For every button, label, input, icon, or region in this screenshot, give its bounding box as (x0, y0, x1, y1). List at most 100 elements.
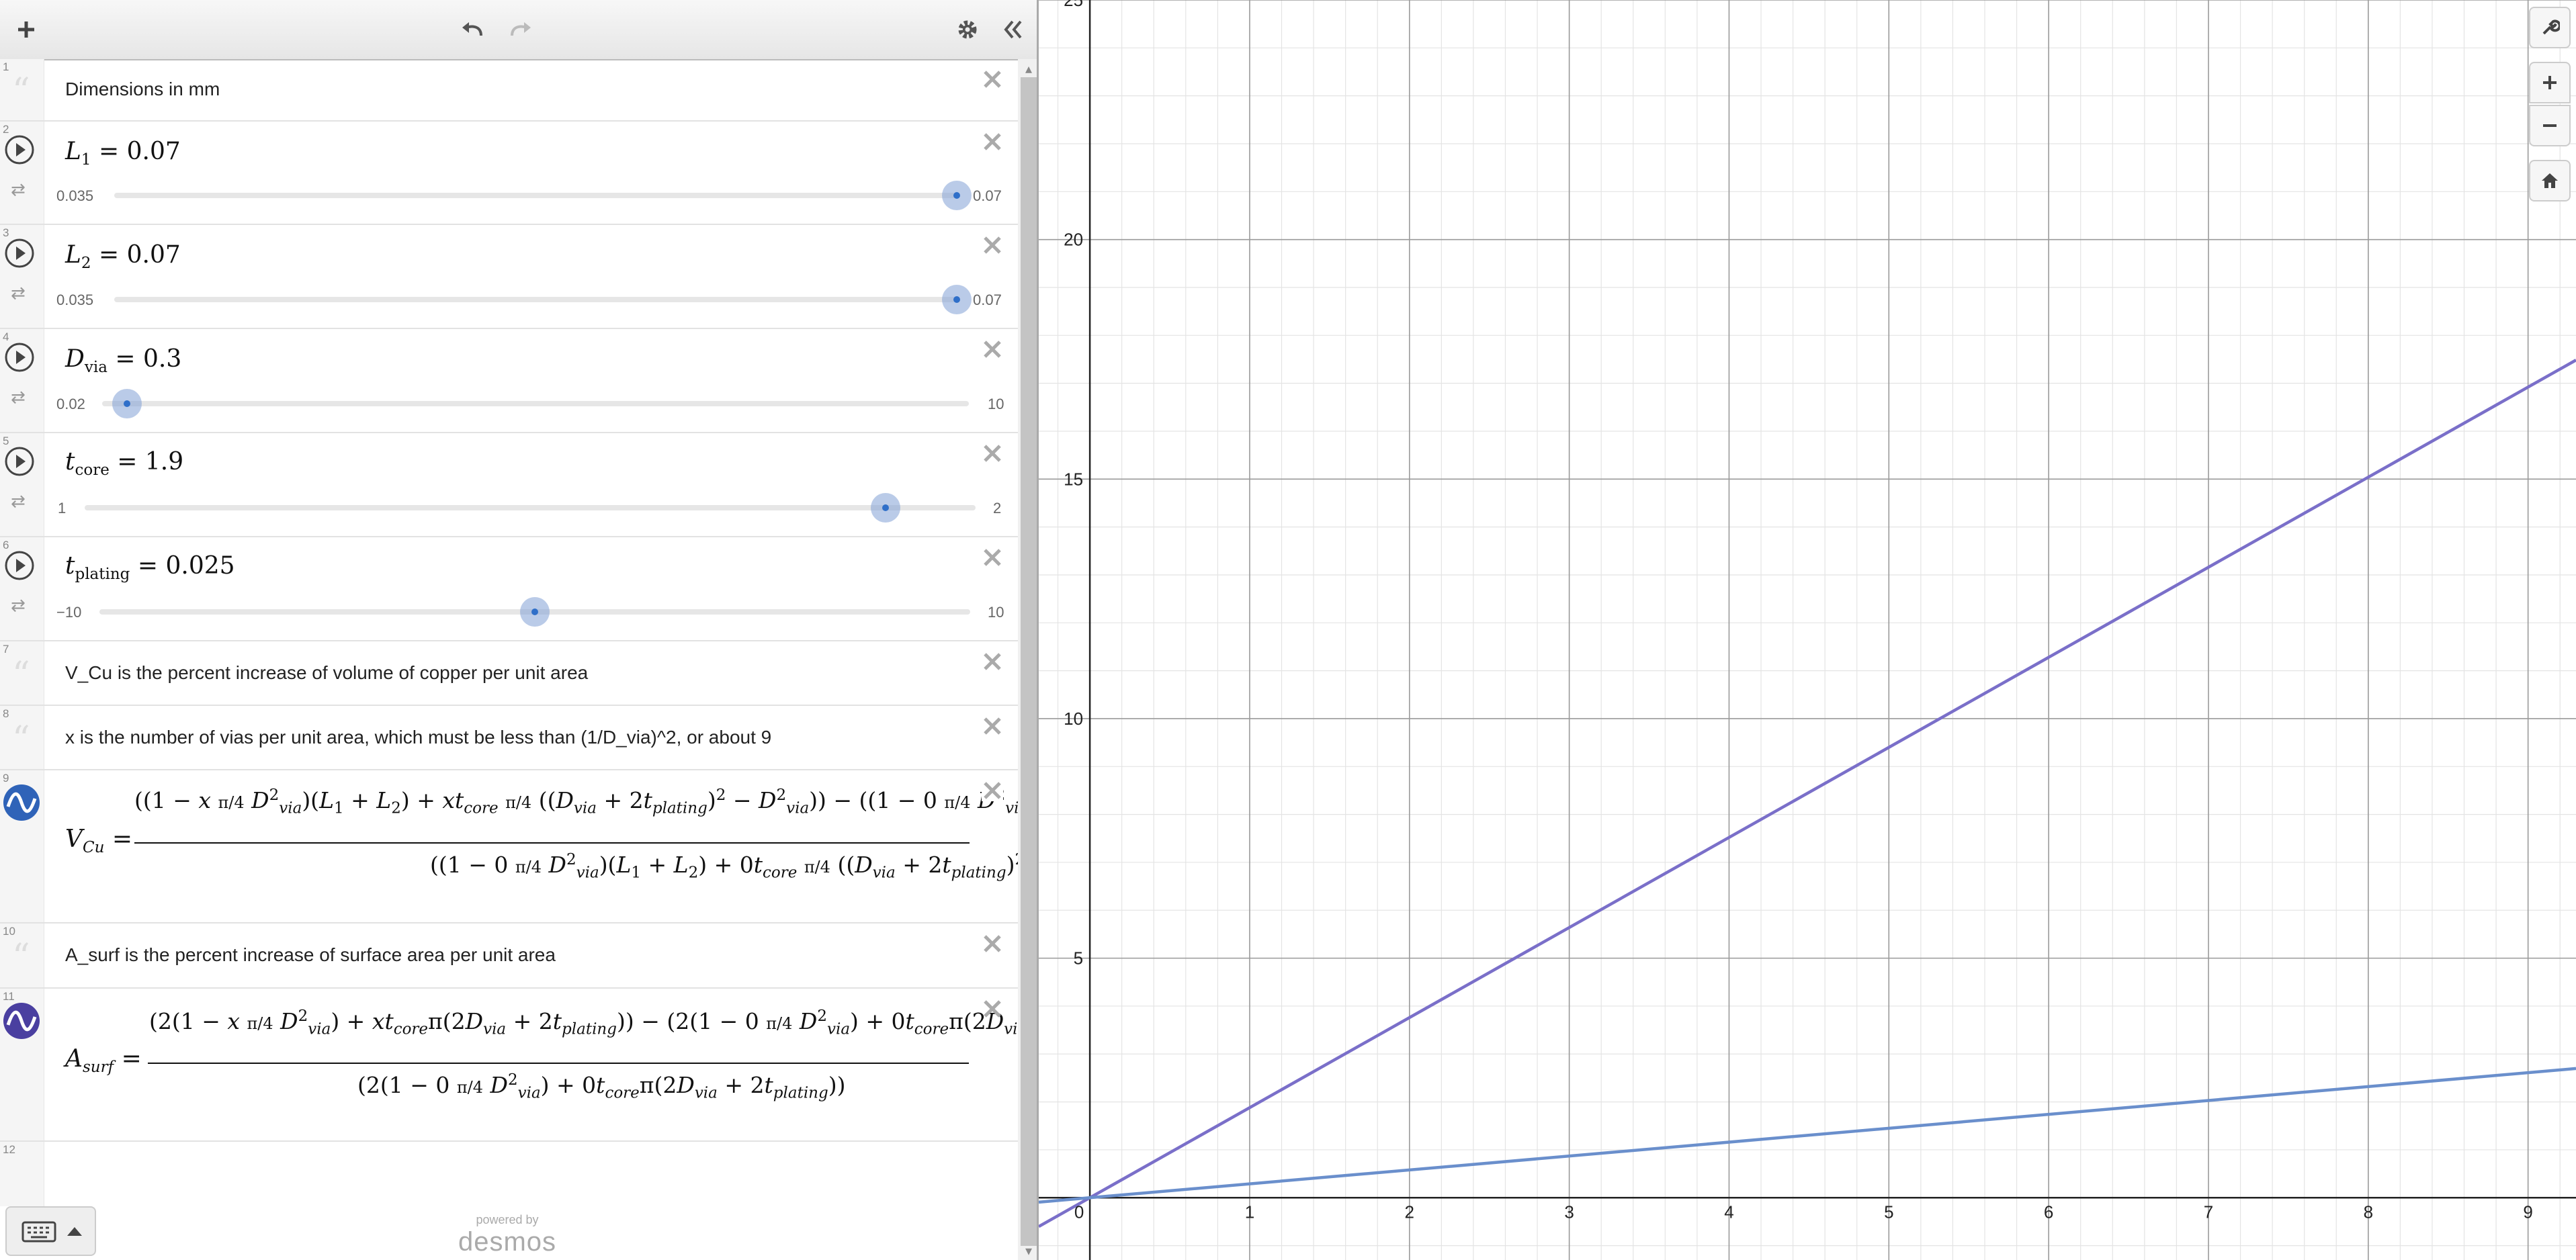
close-icon[interactable] (982, 998, 1003, 1020)
close-icon[interactable] (982, 69, 1003, 90)
series-line (1039, 359, 2576, 1228)
play-icon[interactable] (4, 550, 35, 581)
double-chevron-left-icon[interactable] (996, 0, 1029, 59)
desmos-logo-icon[interactable] (3, 784, 40, 821)
expression-slider[interactable]: 4 ⇄ Dvia = 0.3 0.02 10 (0, 329, 1018, 433)
slider-thumb[interactable] (520, 597, 550, 627)
expression-note[interactable]: 10 “ A_surf is the percent increase of su… (0, 924, 1018, 989)
fraction-bar (148, 1063, 969, 1064)
close-icon[interactable] (982, 443, 1003, 464)
y-tick-label: 20 (1064, 230, 1083, 250)
play-icon[interactable] (4, 446, 35, 477)
redo-icon[interactable] (503, 0, 536, 59)
grid-major (1039, 0, 2576, 1260)
formula-denominator: (2(1 − 0 π/4 D2via) + 0tcoreπ(2Dvia + 2t… (357, 1071, 846, 1102)
x-tick-label: 6 (2044, 1202, 2053, 1222)
loop-icon[interactable]: ⇄ (11, 387, 26, 408)
close-icon[interactable] (982, 933, 1003, 954)
fraction-bar (134, 842, 970, 844)
slider-thumb[interactable] (871, 493, 900, 523)
expression-panel: 1 “ Dimensions in mm 2 ⇄ L1 = 0.07 0.035 … (0, 0, 1039, 1260)
graph-canvas[interactable]: 0 1 2 3 4 5 6 7 8 9 5 10 15 20 25 (1039, 0, 2576, 1260)
play-icon[interactable] (4, 238, 35, 269)
close-icon[interactable] (982, 780, 1003, 801)
slider-thumb[interactable] (112, 389, 142, 418)
x-tick-label: 0 (1074, 1202, 1084, 1222)
x-tick-label: 4 (1724, 1202, 1733, 1222)
zoom-in-icon[interactable] (2529, 62, 2571, 103)
play-icon[interactable] (4, 342, 35, 373)
expression-toolbar (0, 0, 1037, 60)
x-tick-label: 9 (2523, 1202, 2532, 1222)
loop-icon[interactable]: ⇄ (11, 595, 26, 616)
series (1039, 359, 2576, 1228)
keyboard-icon (22, 1221, 56, 1243)
x-tick-label: 8 (2364, 1202, 2373, 1222)
close-icon[interactable] (982, 339, 1003, 360)
slider-track[interactable] (102, 401, 969, 406)
expression-math: Dvia = 0.3 (65, 345, 182, 377)
expression-slider[interactable]: 5 ⇄ tcore = 1.9 1 2 (0, 433, 1018, 537)
expression-math: Asurf = (65, 1045, 142, 1077)
close-icon[interactable] (982, 234, 1003, 256)
close-icon[interactable] (982, 131, 1003, 152)
note-text[interactable]: Dimensions in mm (65, 79, 220, 100)
close-icon[interactable] (982, 547, 1003, 568)
expression-math: L1 = 0.07 (65, 138, 181, 169)
caret-up-icon (67, 1227, 82, 1236)
loop-icon[interactable]: ⇄ (11, 179, 26, 200)
tick-labels: 0 1 2 3 4 5 6 7 8 9 5 10 15 20 25 (1064, 0, 2533, 1222)
y-tick-label: 5 (1074, 948, 1083, 969)
slider-track[interactable] (114, 193, 956, 198)
close-icon[interactable] (982, 651, 1003, 672)
expression-slider[interactable]: 3 ⇄ L2 = 0.07 0.035 0.07 (0, 225, 1018, 329)
expression-note[interactable]: 1 “ Dimensions in mm (0, 59, 1018, 122)
y-tick-label: 25 (1064, 0, 1083, 10)
slider-thumb[interactable] (942, 181, 972, 210)
expression-note[interactable]: 8 “ x is the number of vias per unit area… (0, 706, 1018, 770)
slider-thumb[interactable] (942, 285, 972, 314)
expression-math: VCu = (65, 825, 133, 857)
x-tick-label: 3 (1564, 1202, 1574, 1222)
note-text[interactable]: x is the number of vias per unit area, w… (65, 727, 771, 748)
expression-math: tcore = 1.9 (65, 448, 184, 480)
grid-minor (1039, 0, 2576, 1260)
x-tick-label: 1 (1245, 1202, 1254, 1222)
slider-track[interactable] (85, 505, 976, 510)
close-icon[interactable] (982, 715, 1003, 737)
y-tick-label: 10 (1064, 709, 1083, 729)
expression-formula[interactable]: 11 Asurf = (2(1 − x π/4 D2via) + xtcoreπ… (0, 989, 1018, 1142)
note-text[interactable]: V_Cu is the percent increase of volume o… (65, 662, 588, 684)
expression-empty[interactable]: 12 (0, 1142, 1018, 1206)
desmos-logo-icon[interactable] (3, 1002, 40, 1040)
home-icon[interactable] (2529, 160, 2571, 201)
formula-numerator: ((1 − x π/4 D2via)(L1 + L2) + xtcore π/4… (134, 786, 1018, 817)
loop-icon[interactable]: ⇄ (11, 283, 26, 304)
scroll-down-arrow[interactable]: ▾ (1021, 1243, 1037, 1259)
zoom-out-icon[interactable] (2529, 105, 2571, 146)
scroll-up-arrow[interactable]: ▴ (1021, 60, 1037, 77)
expression-math: tplating = 0.025 (65, 552, 235, 584)
expression-slider[interactable]: 6 ⇄ tplating = 0.025 −10 10 (0, 537, 1018, 641)
x-tick-label: 2 (1405, 1202, 1414, 1222)
note-text[interactable]: A_surf is the percent increase of surfac… (65, 944, 556, 966)
series-line (1039, 1067, 2576, 1204)
x-tick-label: 5 (1884, 1202, 1893, 1222)
scrollbar-thumb[interactable] (1021, 77, 1037, 1246)
undo-icon[interactable] (457, 0, 490, 59)
wrench-icon[interactable] (2529, 7, 2571, 48)
expression-formula[interactable]: 9 VCu = ((1 − x π/4 D2via)(L1 + L2) + xt… (0, 770, 1018, 924)
formula-denominator: ((1 − 0 π/4 D2via)(L1 + L2) + 0tcore π/4… (430, 851, 1018, 882)
slider-track[interactable] (114, 297, 956, 302)
gear-icon[interactable] (951, 0, 984, 59)
expression-math: L2 = 0.07 (65, 241, 181, 273)
expression-slider[interactable]: 2 ⇄ L1 = 0.07 0.035 0.07 (0, 122, 1018, 225)
axes (1039, 0, 2576, 1260)
plus-icon[interactable] (9, 0, 43, 59)
keyboard-toggle-button[interactable] (5, 1206, 96, 1256)
formula-numerator: (2(1 − x π/4 D2via) + xtcoreπ(2Dvia + 2t… (149, 1007, 1018, 1038)
loop-icon[interactable]: ⇄ (11, 491, 26, 512)
desmos-branding: powered by desmos (458, 1213, 557, 1257)
play-icon[interactable] (4, 134, 35, 165)
expression-note[interactable]: 7 “ V_Cu is the percent increase of volum… (0, 641, 1018, 706)
